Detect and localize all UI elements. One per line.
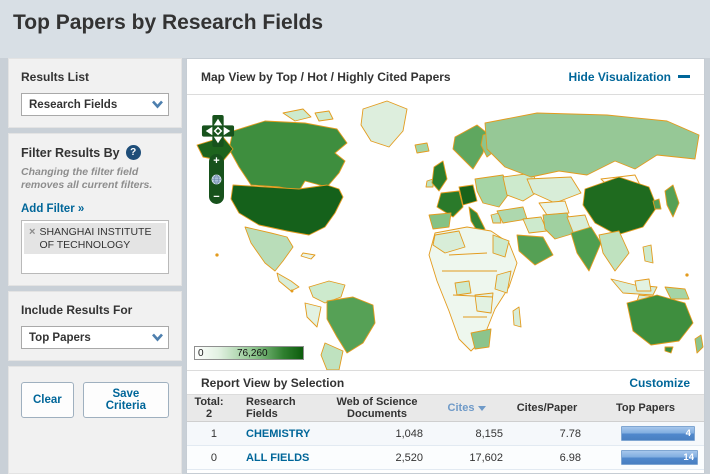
field-link-chemistry[interactable]: CHEMISTRY bbox=[246, 428, 310, 440]
add-filter-link[interactable]: Add Filter » bbox=[21, 203, 84, 215]
top-papers-value: 4 bbox=[685, 428, 691, 439]
criteria-buttons-section: Clear Save Criteria bbox=[8, 366, 182, 474]
column-header-research-fields[interactable]: Research Fields bbox=[231, 396, 327, 420]
include-results-select[interactable]: Top Papers bbox=[21, 326, 169, 350]
include-results-label: Include Results For bbox=[21, 303, 133, 318]
report-header: Report View by Selection Customize bbox=[187, 371, 704, 395]
zoom-in-icon[interactable]: + bbox=[213, 156, 219, 167]
include-results-section: Include Results For Top Papers bbox=[8, 291, 182, 362]
hide-visualization-label: Hide Visualization bbox=[568, 69, 671, 84]
top-papers-bar: 4 bbox=[621, 426, 695, 441]
filter-tag-list: × SHANGHAI INSTITUTE OF TECHNOLOGY bbox=[21, 220, 169, 275]
visualization-title: Map View by Top / Hot / Highly Cited Pap… bbox=[201, 69, 451, 84]
results-list-label: Results List bbox=[21, 70, 90, 84]
map-brazil[interactable] bbox=[326, 296, 376, 354]
legend-max: 76,260 bbox=[237, 348, 268, 359]
report-title: Report View by Selection bbox=[201, 375, 345, 390]
map-australia[interactable] bbox=[626, 294, 694, 346]
visualization-header: Map View by Top / Hot / Highly Cited Pap… bbox=[187, 59, 704, 95]
filter-heading: Filter Results By bbox=[21, 145, 120, 160]
hide-visualization-link[interactable]: Hide Visualization bbox=[569, 70, 690, 84]
column-header-documents[interactable]: Web of Science Documents bbox=[327, 396, 427, 420]
row-number: 1 bbox=[210, 427, 217, 440]
filter-tag-label: SHANGHAI INSTITUTE OF TECHNOLOGY bbox=[39, 226, 152, 251]
map-saudi-arabia[interactable] bbox=[516, 234, 554, 266]
sidebar: Results List Research Fields Filter Resu… bbox=[8, 58, 182, 474]
cites-label: Cites bbox=[447, 402, 475, 414]
remove-tag-icon[interactable]: × bbox=[29, 226, 35, 251]
map-color-legend: 0 76,260 bbox=[194, 346, 304, 360]
minus-icon bbox=[678, 75, 690, 78]
total-label: Total: bbox=[194, 396, 224, 408]
column-header-cites-per-paper[interactable]: Cites/Paper bbox=[507, 402, 587, 414]
map-pan-control[interactable] bbox=[201, 114, 235, 148]
chevron-down-icon bbox=[152, 100, 163, 109]
filter-note: Changing the filter field removes all cu… bbox=[21, 166, 153, 192]
table-row: 0 ALL FIELDS 2,520 17,602 6.98 14 bbox=[187, 446, 704, 470]
results-list-value: Research Fields bbox=[29, 98, 118, 111]
legend-min: 0 bbox=[198, 348, 204, 359]
results-list-select[interactable]: Research Fields bbox=[21, 93, 169, 116]
map-canada[interactable] bbox=[228, 120, 348, 192]
table-row: 1 CHEMISTRY 1,048 8,155 7.78 4 bbox=[187, 422, 704, 446]
top-papers-bar: 14 bbox=[621, 450, 698, 465]
top-papers-value: 14 bbox=[683, 452, 694, 463]
map-new-zealand[interactable] bbox=[694, 334, 704, 354]
help-icon[interactable]: ? bbox=[125, 145, 141, 160]
row-number: 0 bbox=[210, 451, 217, 464]
map-greenland[interactable] bbox=[360, 100, 408, 148]
column-header-top-papers[interactable]: Top Papers bbox=[587, 402, 704, 414]
cites-value: 8,155 bbox=[475, 427, 503, 440]
map-india[interactable] bbox=[570, 226, 602, 272]
chevron-down-icon bbox=[152, 333, 163, 342]
total-header: Total: 2 bbox=[187, 396, 231, 420]
world-map[interactable] bbox=[187, 95, 704, 371]
documents-value: 1,048 bbox=[395, 427, 423, 440]
map-mexico[interactable] bbox=[244, 226, 294, 272]
customize-link[interactable]: Customize bbox=[629, 376, 690, 390]
documents-value: 2,520 bbox=[395, 451, 423, 464]
zoom-out-icon[interactable]: − bbox=[213, 192, 219, 203]
results-list-section: Results List Research Fields bbox=[8, 58, 182, 128]
map-russia[interactable] bbox=[484, 112, 700, 178]
save-criteria-button[interactable]: Save Criteria bbox=[82, 382, 169, 419]
map-south-africa[interactable] bbox=[470, 328, 492, 350]
cites-value: 17,602 bbox=[469, 451, 503, 464]
map-china[interactable] bbox=[582, 176, 658, 236]
cites-per-paper-value: 6.98 bbox=[559, 451, 581, 464]
clear-button[interactable]: Clear bbox=[21, 382, 74, 419]
field-link-all-fields[interactable]: ALL FIELDS bbox=[246, 452, 309, 464]
column-header-cites[interactable]: Cites bbox=[427, 402, 507, 414]
sort-descending-icon bbox=[478, 405, 487, 411]
main-panel: Map View by Top / Hot / Highly Cited Pap… bbox=[186, 58, 705, 474]
map-zoom-control[interactable]: + − bbox=[209, 154, 224, 204]
total-value: 2 bbox=[205, 408, 213, 420]
page-title: Top Papers by Research Fields bbox=[13, 11, 324, 34]
include-results-value: Top Papers bbox=[29, 331, 91, 344]
map-uk[interactable] bbox=[431, 160, 448, 192]
map-japan[interactable] bbox=[664, 184, 680, 218]
globe-icon[interactable] bbox=[211, 174, 222, 185]
map-area: + − 0 76,260 bbox=[187, 95, 704, 371]
cites-per-paper-value: 7.78 bbox=[559, 427, 581, 440]
table-header-row: Total: 2 Research Fields Web of Science … bbox=[187, 395, 704, 422]
filter-tag: × SHANGHAI INSTITUTE OF TECHNOLOGY bbox=[24, 223, 166, 255]
filter-section: Filter Results By ? Changing the filter … bbox=[8, 133, 182, 287]
